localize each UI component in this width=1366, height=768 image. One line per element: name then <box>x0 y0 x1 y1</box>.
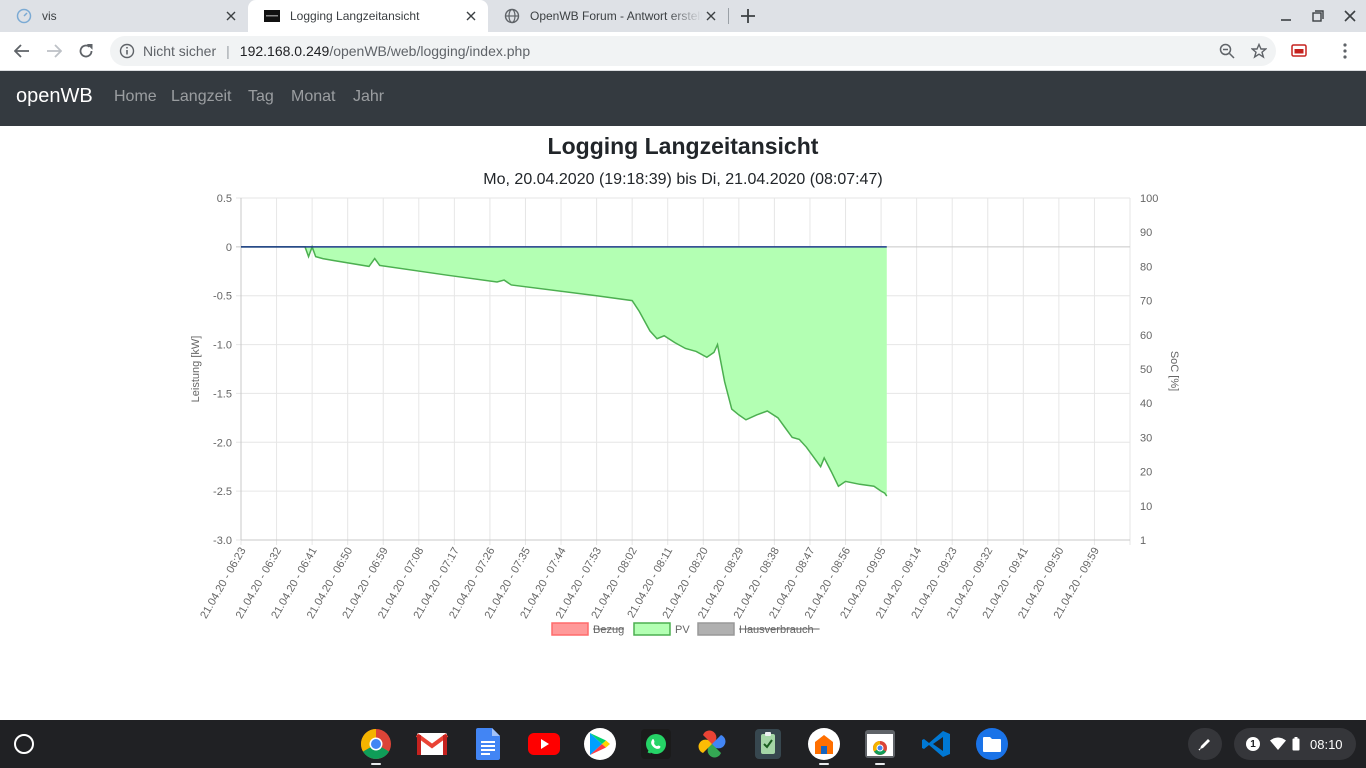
y-axis-title: Leistung [kW] <box>190 336 202 403</box>
y2-tick-label: 100 <box>1140 193 1158 205</box>
y-tick-label: 0.5 <box>217 193 232 205</box>
play-store-app-icon[interactable] <box>584 728 616 760</box>
os-shelf <box>0 720 1366 768</box>
legend-label: PV <box>675 624 690 636</box>
launcher-button[interactable] <box>14 734 34 754</box>
y2-tick-label: 80 <box>1140 261 1152 273</box>
legend-label: Bezug <box>593 624 624 636</box>
y-tick-label: -0.5 <box>213 291 232 303</box>
running-indicator <box>875 763 885 765</box>
y-tick-label: -1.5 <box>213 388 232 400</box>
y-tick-label: -1.0 <box>213 340 232 352</box>
y2-tick-label: 10 <box>1140 501 1152 513</box>
logging-chart: 0.5 0 -0.5 -1.0 -1.5 -2.0 -2.5 -3.0 100 90 80 70 60 5… <box>190 193 1180 636</box>
whatsapp-app-icon[interactable] <box>640 728 672 760</box>
legend-item-pv[interactable]: PV <box>633 622 690 636</box>
y2-tick-label: 70 <box>1140 296 1152 308</box>
chrome-app-icon[interactable] <box>360 728 392 760</box>
y2-tick-label: 60 <box>1140 330 1152 342</box>
legend-swatch <box>551 622 589 636</box>
files-app-icon[interactable] <box>976 728 1008 760</box>
legend-label: Hausverbrauch <box>739 624 814 636</box>
y-tick-label: 0 <box>226 242 232 254</box>
wifi-icon <box>1270 737 1286 750</box>
y2-tick-label: 50 <box>1140 364 1152 376</box>
keep-app-icon[interactable] <box>752 728 784 760</box>
pv-area <box>241 246 887 497</box>
legend-item-bezug[interactable]: Bezug <box>551 622 624 636</box>
y-tick-label: -2.5 <box>213 486 232 498</box>
y2-axis-title: SoC [%] <box>1168 351 1180 391</box>
youtube-app-icon[interactable] <box>528 728 560 760</box>
y2-tick-label: 1 <box>1140 535 1146 547</box>
y2-tick-label: 90 <box>1140 227 1152 239</box>
docs-app-icon[interactable] <box>472 728 504 760</box>
battery-icon <box>1292 737 1300 751</box>
clock: 08:10 <box>1310 736 1343 752</box>
y-tick-label: -2.0 <box>213 437 232 449</box>
legend-item-hausverbrauch[interactable]: Hausverbrauch <box>697 622 820 636</box>
web-app-icon[interactable] <box>808 728 840 760</box>
y2-tick-label: 30 <box>1140 432 1152 444</box>
vscode-app-icon[interactable] <box>920 728 952 760</box>
y2-tick-label: 20 <box>1140 467 1152 479</box>
y2-tick-label: 40 <box>1140 398 1152 410</box>
legend-swatch <box>633 622 671 636</box>
photos-app-icon[interactable] <box>696 728 728 760</box>
stylus-tools-button[interactable] <box>1188 728 1222 760</box>
chrome-window-app-icon[interactable] <box>864 728 896 760</box>
pen-icon <box>1198 739 1210 751</box>
gmail-app-icon[interactable] <box>416 728 448 760</box>
running-indicator <box>371 763 381 765</box>
y-tick-label: -3.0 <box>213 535 232 547</box>
running-indicator <box>819 763 829 765</box>
notification-badge: 1 <box>1246 737 1260 751</box>
legend-swatch <box>697 622 735 636</box>
status-tray[interactable]: 1 08:10 <box>1234 728 1356 760</box>
